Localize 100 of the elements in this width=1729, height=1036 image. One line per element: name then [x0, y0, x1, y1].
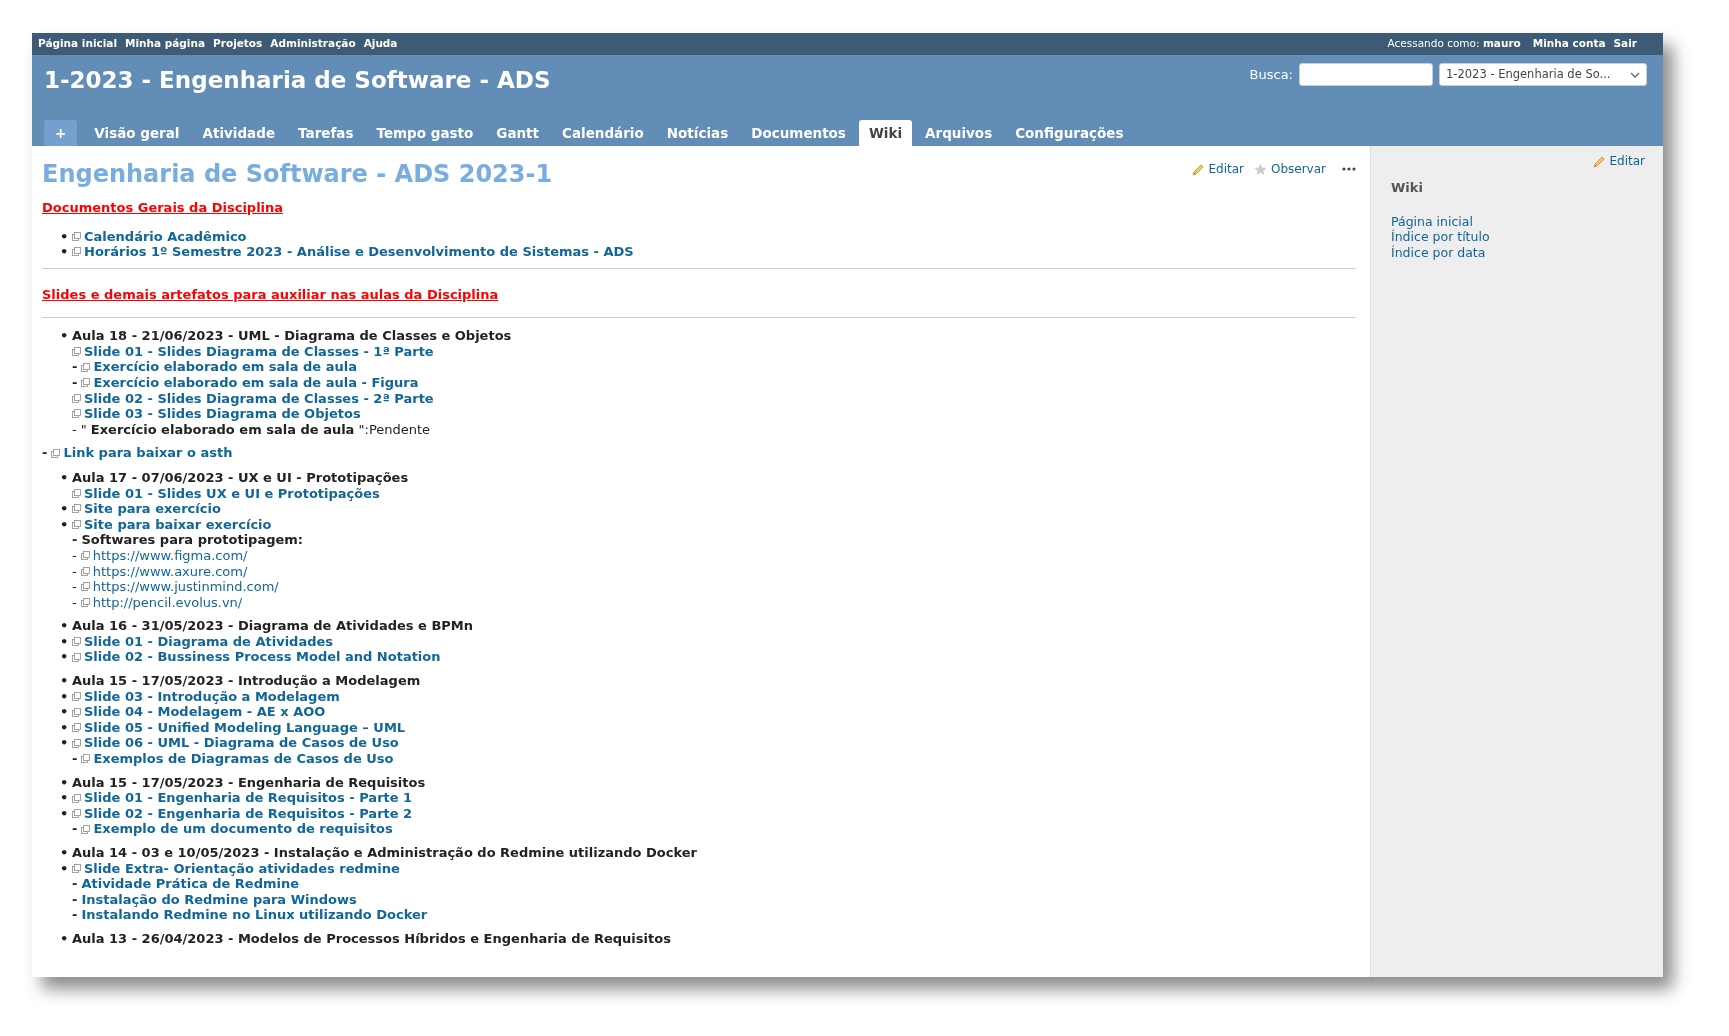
list-bullet: • [60, 930, 70, 947]
lesson-title: Aula 13 - 26/04/2023 - Modelos de Processos Híbridos e Engenharia de Requisitos [72, 930, 671, 947]
dash-mark: - [72, 359, 78, 375]
list-bullet: • [60, 704, 70, 720]
wiki-link[interactable]: Site para baixar exercício [84, 516, 272, 533]
menu-link[interactable]: Administração [270, 36, 356, 52]
wiki-link[interactable]: Slide 02 - Engenharia de Requisitos - Parte 2 [84, 805, 413, 822]
nav-tab[interactable]: Visão geral [84, 119, 190, 146]
wiki-link[interactable]: Slide 06 - UML - Diagrama de Casos de Uso [84, 735, 399, 752]
dash-mark: - [72, 374, 78, 391]
url-link[interactable]: http://pencil.evolus.vn/ [92, 594, 243, 611]
project-title: 1-2023 - Engenharia de Software - ADS [44, 66, 551, 95]
wiki-link[interactable]: Instalação do Redmine para Windows [81, 891, 357, 908]
nav-tab[interactable]: Gantt [486, 119, 550, 146]
lesson-title: Aula 18 - 21/06/2023 - UML - Diagrama de Classes e Objetos [72, 328, 512, 344]
list-bullet: • [60, 328, 70, 344]
wiki-link[interactable]: Exemplos de Diagramas de Casos de Uso [93, 751, 394, 767]
nav-tab[interactable]: Tempo gasto [366, 119, 484, 146]
page-title: Engenharia de Software - ADS 2023-1 [42, 159, 553, 190]
list-bullet: • [60, 469, 70, 486]
pencil-icon [1592, 154, 1606, 168]
list-bullet: • [60, 860, 70, 877]
menu-link[interactable]: Página inicial [38, 36, 117, 52]
url-link[interactable]: https://www.figma.com/ [92, 547, 248, 564]
list-bullet: • [60, 790, 70, 806]
list-bullet: • [60, 516, 70, 533]
logged-in-text: Acessando como: mauro [1387, 36, 1521, 52]
nav-tab[interactable]: Tarefas [288, 119, 364, 146]
wiki-link[interactable]: Exercício elaborado em sala de aula - Figura [93, 374, 419, 391]
wiki-link[interactable]: Slide 01 - Slides UX e UI e Prototipações [84, 485, 380, 502]
edit-link[interactable]: Editar [1191, 160, 1244, 178]
dash-mark: - [72, 891, 78, 908]
wiki-link[interactable]: Instalando Redmine no Linux utilizando Docker [81, 907, 428, 923]
list-bullet: • [60, 845, 70, 861]
sidebar-link[interactable]: Índice por data [1391, 244, 1645, 260]
wiki-link[interactable]: Horários 1º Semestre 2023 - Análise e Desenvolvimento de Sistemas - ADS [84, 244, 634, 260]
wiki-link[interactable]: Link para baixar o asth [63, 445, 233, 461]
wiki-link[interactable]: Slide 02 - Bussiness Process Model and Notation [84, 649, 441, 666]
watch-link[interactable]: Observar [1253, 160, 1326, 178]
dash-mark: - [72, 421, 77, 438]
wiki-link[interactable]: Slide 01 - Diagrama de Atividades [84, 633, 334, 650]
dash-mark: - [72, 532, 78, 548]
dash-mark: - [72, 821, 78, 837]
url-link[interactable]: https://www.justinmind.com/ [92, 579, 279, 595]
menu-link[interactable]: Minha página [125, 36, 206, 52]
wiki-link[interactable]: Slide Extra- Orientação atividades redmine [84, 860, 400, 877]
list-bullet: • [60, 649, 70, 666]
lesson-title: Aula 14 - 03 e 10/05/2023 - Instalação e Administração do Redmine utilizando Docker [72, 845, 697, 861]
wiki-link[interactable]: Slide 04 - Modelagem - AE x AOO [84, 704, 326, 720]
dash-mark: - [72, 547, 77, 564]
project-select[interactable]: 1-2023 - Engenharia de So... [1439, 63, 1647, 86]
list-bullet: • [60, 735, 70, 752]
lesson-title: Softwares para prototipagem: [81, 532, 304, 548]
menu-link[interactable]: Ajuda [363, 36, 398, 52]
wiki-link[interactable]: Slide 03 - Introdução a Modelagem [84, 688, 340, 705]
section-heading: Documentos Gerais da Disciplina [42, 199, 284, 217]
wiki-link[interactable]: Slide 01 - Engenharia de Requisitos - Parte 1 [84, 790, 413, 806]
wiki-link[interactable]: Slide 02 - Slides Diagrama de Classes - 2ª Parte [84, 390, 434, 407]
wiki-link[interactable]: Exemplo de um documento de requisitos [93, 821, 393, 837]
lesson-title: Aula 16 - 31/05/2023 - Diagrama de Atividades e BPMn [72, 618, 473, 634]
section-heading: Slides e demais artefatos para auxiliar nas aulas da Disciplina [42, 285, 499, 304]
wiki-link[interactable]: Site para exercício [84, 501, 221, 517]
lesson-title: Aula 15 - 17/05/2023 - Introdução a Modelagem [72, 673, 421, 689]
nav-tab[interactable]: Wiki [858, 119, 913, 146]
dash-mark: - [72, 876, 78, 892]
wiki-link[interactable]: Atividade Prática de Redmine [81, 876, 300, 892]
nav-tab[interactable]: Notícias [656, 119, 739, 146]
list-bullet: • [60, 688, 70, 705]
wiki-link[interactable]: Slide 01 - Slides Diagrama de Classes - 1ª Parte [84, 343, 434, 360]
wiki-link[interactable]: Slide 05 - Unified Modeling Language – UML [84, 719, 406, 736]
lesson-title: Aula 15 - 17/05/2023 - Engenharia de Requisitos [72, 774, 426, 791]
sidebar-title: Wiki [1391, 179, 1424, 197]
nav-tab[interactable]: Documentos [741, 119, 856, 146]
more-icon[interactable] [1342, 167, 1356, 171]
search-field[interactable] [1299, 63, 1433, 86]
sidebar-link[interactable]: Índice por título [1391, 229, 1645, 245]
status-text: " Exercício elaborado em sala de aula ":Pendente [80, 421, 431, 438]
dash-mark: - [42, 445, 48, 461]
wiki-link[interactable]: Slide 03 - Slides Diagrama de Objetos [84, 406, 361, 422]
nav-tab[interactable]: Calendário [552, 119, 654, 146]
edit-link[interactable]: Editar [1592, 152, 1645, 170]
url-link[interactable]: https://www.axure.com/ [92, 563, 248, 580]
list-bullet: • [60, 244, 70, 260]
account-link[interactable]: Minha conta [1532, 36, 1606, 52]
list-bullet: • [60, 673, 70, 689]
nav-tab[interactable]: Atividade [192, 119, 286, 146]
chevron-down-icon [1630, 71, 1640, 78]
dash-mark: - [72, 751, 78, 767]
nav-tab[interactable]: Configurações [1005, 119, 1134, 146]
wiki-link[interactable]: Exercício elaborado em sala de aula [93, 359, 357, 375]
lesson-title: Aula 17 - 07/06/2023 - UX e UI - Prototipações [72, 469, 409, 486]
dash-mark: - [72, 579, 77, 595]
wiki-link[interactable]: Calendário Acadêmico [84, 228, 247, 245]
account-link[interactable]: Sair [1613, 36, 1637, 52]
sidebar-link[interactable]: Página inicial [1391, 213, 1645, 229]
nav-tab[interactable]: Arquivos [915, 119, 1003, 146]
menu-link[interactable]: Projetos [213, 36, 263, 52]
list-bullet: • [60, 633, 70, 650]
dash-mark: - [72, 563, 77, 580]
dash-mark: - [72, 907, 78, 923]
